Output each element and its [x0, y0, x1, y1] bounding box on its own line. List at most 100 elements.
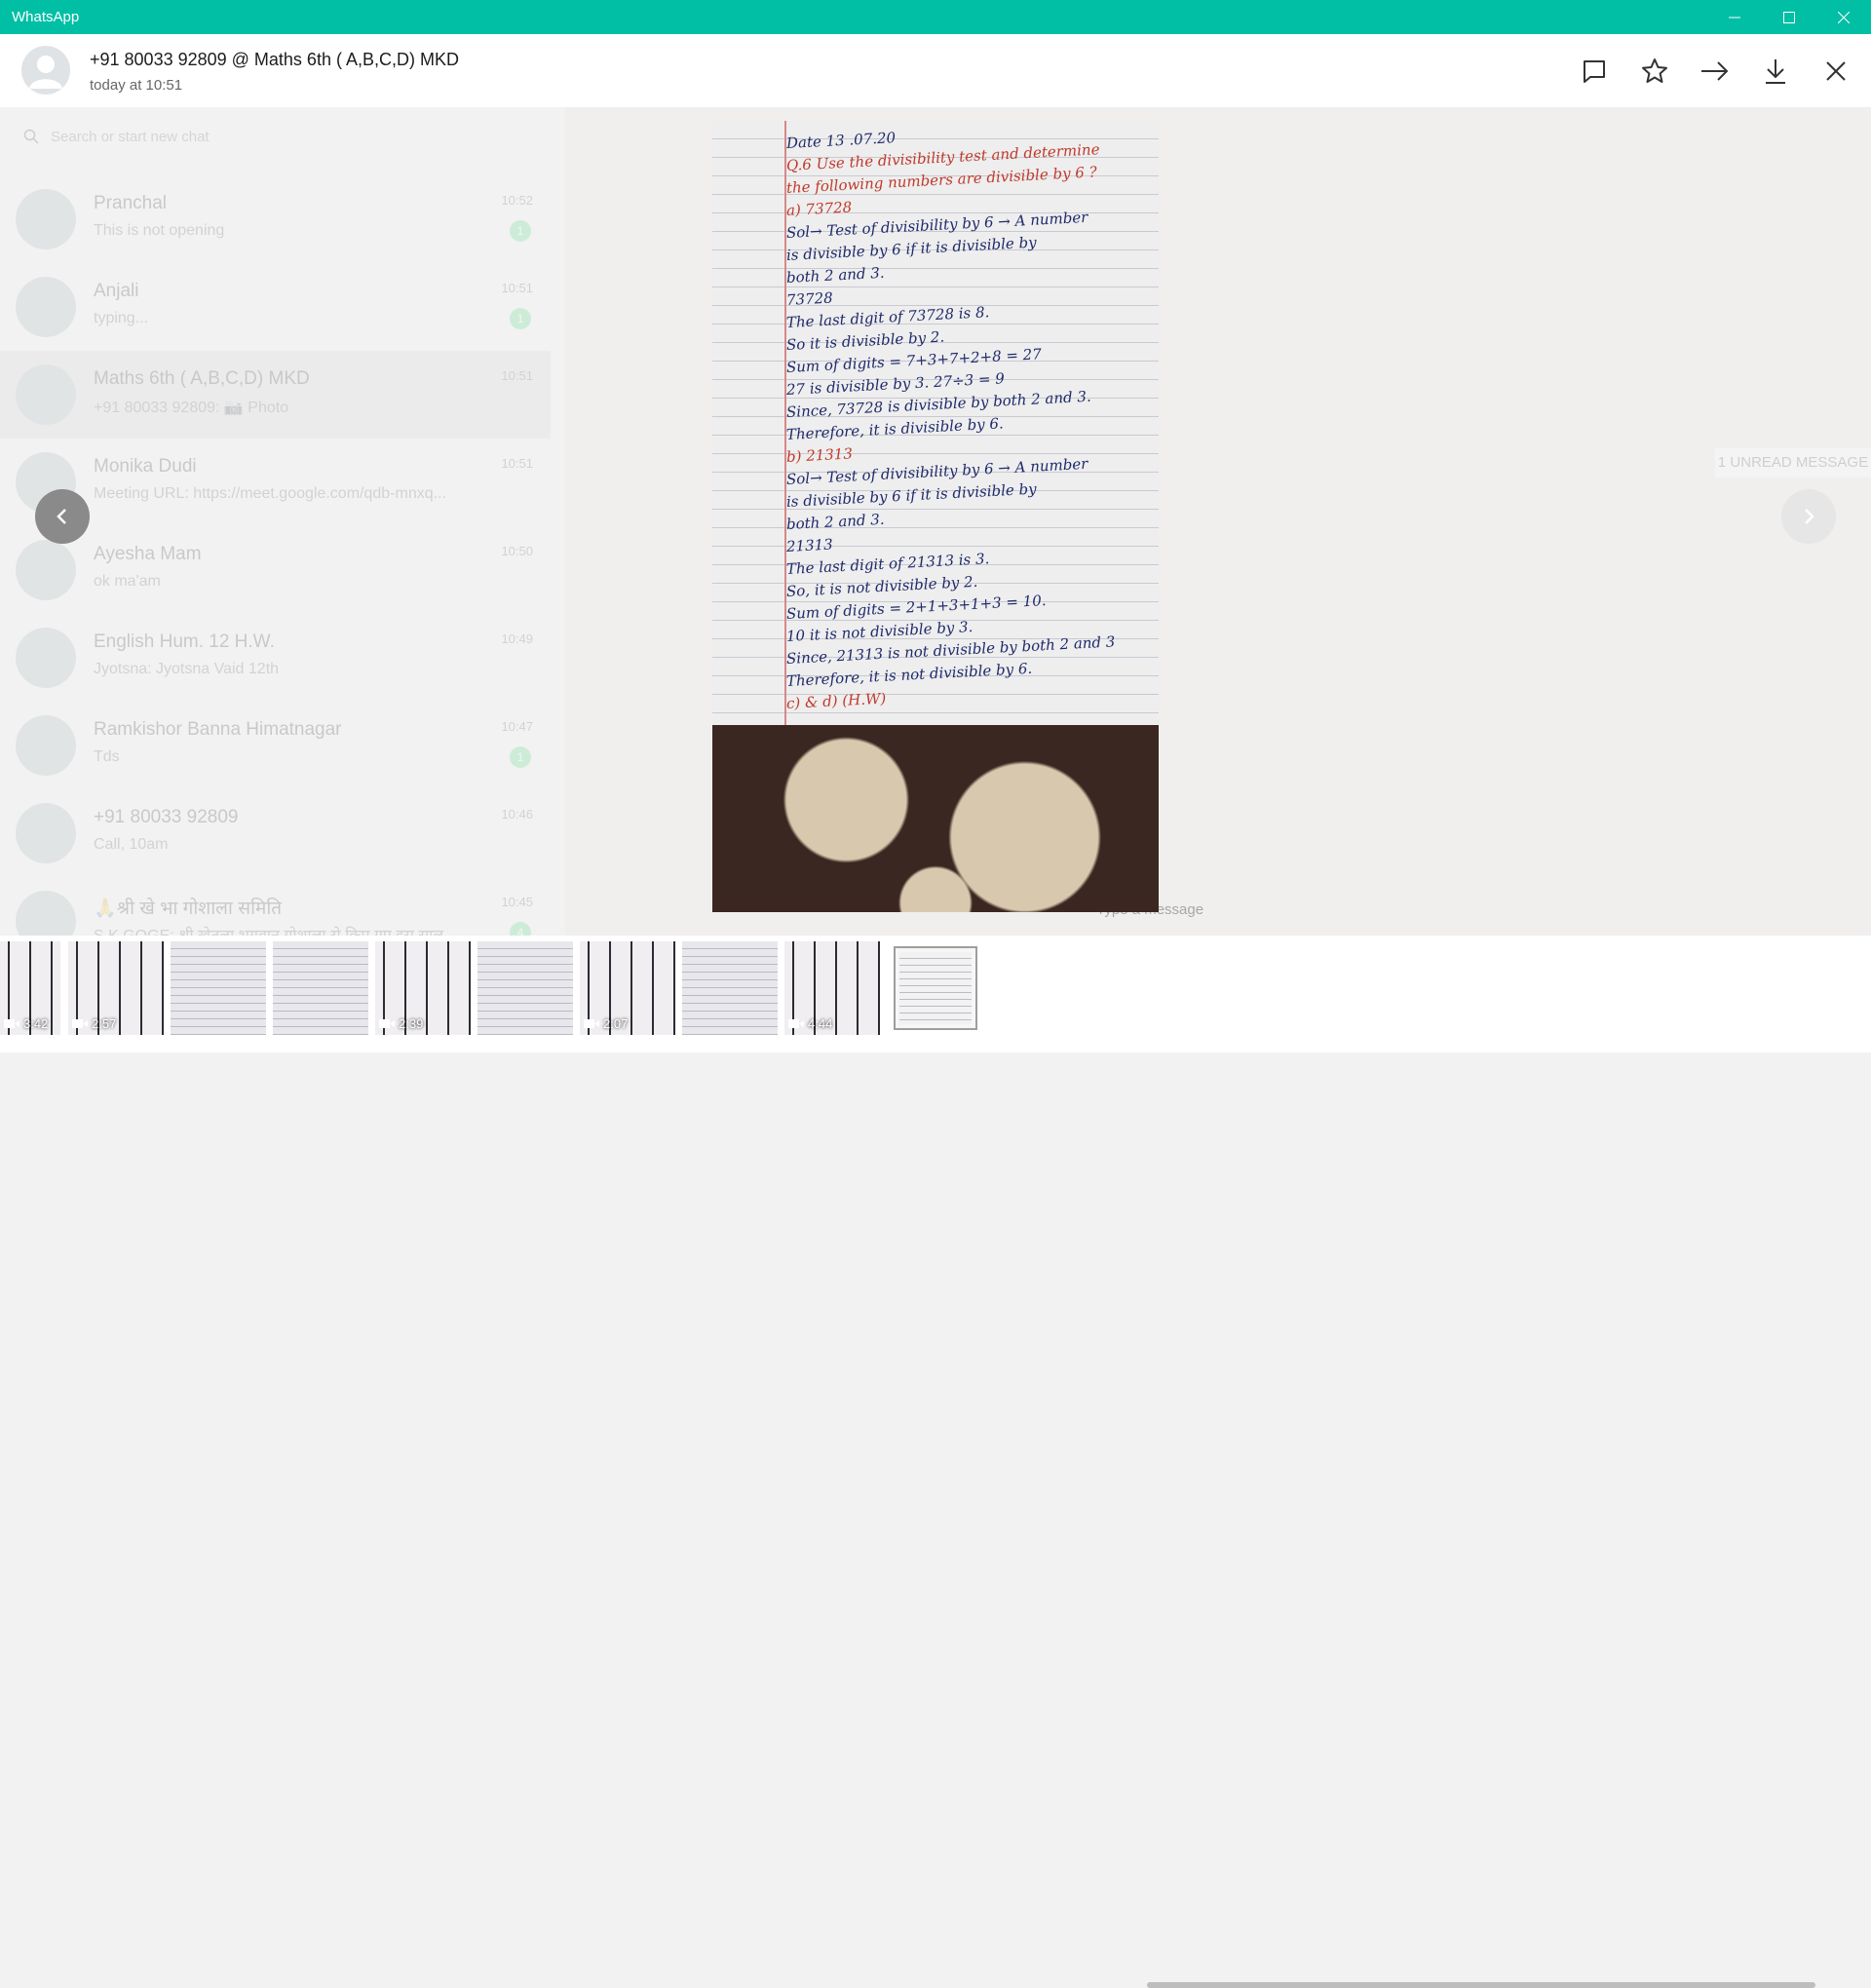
chat-preview: This is not opening — [94, 222, 225, 239]
chat-time: 10:51 — [501, 281, 533, 295]
previous-media-button[interactable] — [35, 489, 90, 544]
chat-time: 10:52 — [501, 193, 533, 208]
media-viewer-header: +91 80033 92809 @ Maths 6th ( A,B,C,D) M… — [0, 34, 1871, 107]
chat-preview: Tds — [94, 748, 120, 765]
video-duration-label: 3:42 — [23, 1016, 49, 1031]
chat-list-item[interactable]: Pranchal This is not opening 10:52 1 — [0, 175, 551, 263]
forward-button[interactable] — [1698, 54, 1733, 89]
avatar — [21, 46, 70, 95]
video-camera-icon — [72, 1019, 88, 1028]
chat-list-item[interactable]: English Hum. 12 H.W. Jyotsna: Jyotsna Vai… — [0, 614, 551, 702]
chat-avatar — [16, 628, 76, 688]
chat-list-item[interactable]: Ayesha Mam ok ma'am 10:50 — [0, 526, 551, 614]
handwritten-line: The last digit of 73728 is 8. — [785, 303, 990, 331]
thumbnail[interactable] — [171, 941, 266, 1035]
chat-time: 10:49 — [501, 631, 533, 646]
thumbnail[interactable]: 4:44 — [784, 941, 880, 1035]
chat-preview: ok ma'am — [94, 573, 161, 590]
chat-list: Pranchal This is not opening 10:52 1 Anjali t… — [0, 175, 551, 965]
star-icon — [1642, 58, 1667, 83]
handwritten-line: a) 73728 — [785, 198, 853, 219]
chat-avatar — [16, 715, 76, 776]
unread-badge: 1 — [510, 308, 531, 329]
maximize-icon — [1783, 11, 1795, 23]
fabric-background — [712, 725, 1159, 912]
chat-avatar — [16, 803, 76, 863]
chat-list-item[interactable]: +91 80033 92809 Call, 10am 10:46 — [0, 789, 551, 877]
search-icon — [23, 129, 39, 144]
chat-name: Pranchal — [94, 193, 167, 213]
download-icon — [1766, 59, 1785, 84]
handwritten-line: Date 13 .07.20 — [785, 129, 897, 152]
handwritten-line: 21313 — [785, 535, 834, 555]
unread-banner: 1 UNREAD MESSAGE — [1715, 448, 1871, 478]
chat-name: 🙏श्री खे भा गोशाला समिति — [94, 898, 283, 919]
handwritten-line: c) & d) (H.W) — [785, 689, 887, 712]
minimize-icon — [1729, 17, 1740, 18]
star-button[interactable] — [1637, 54, 1672, 89]
chat-name: Maths 6th ( A,B,C,D) MKD — [94, 368, 310, 389]
chat-name: Ramkishor Banna Himatnagar — [94, 719, 342, 740]
thumbnail-current[interactable] — [894, 946, 977, 1030]
thumbnail[interactable]: 2:07 — [580, 941, 675, 1035]
chat-name: Anjali — [94, 281, 139, 301]
chat-list-item[interactable]: Ramkishor Banna Himatnagar Tds 10:47 1 — [0, 702, 551, 789]
thumbnail[interactable]: 2:57 — [68, 941, 164, 1035]
video-duration: 3:42 — [4, 1016, 48, 1031]
chat-time: 10:51 — [501, 456, 533, 471]
close-window-icon — [1838, 11, 1850, 23]
next-media-button[interactable] — [1781, 489, 1836, 544]
comment-icon — [1584, 60, 1605, 83]
video-camera-icon — [584, 1019, 599, 1028]
video-camera-icon — [788, 1019, 804, 1028]
chat-name: Monika Dudi — [94, 456, 197, 477]
chat-list-item[interactable]: Maths 6th ( A,B,C,D) MKD +91 80033 92809:… — [0, 351, 551, 439]
thumbnail[interactable]: 3:42 — [0, 941, 60, 1035]
chat-preview: Meeting URL: https://meet.google.com/qdb… — [94, 485, 446, 502]
maximize-button[interactable] — [1762, 0, 1816, 34]
handwritten-line: both 2 and 3. — [785, 263, 886, 287]
search-placeholder: Search or start new chat — [51, 128, 210, 145]
thumbnail[interactable] — [273, 941, 368, 1035]
unread-badge: 1 — [510, 220, 531, 242]
video-duration-label: 2:07 — [603, 1016, 629, 1031]
minimize-button[interactable] — [1707, 0, 1762, 34]
chat-preview: Jyotsna: Jyotsna Vaid 12th — [94, 661, 280, 677]
background-search: Search or start new chat — [23, 121, 530, 152]
thumbnail[interactable] — [477, 941, 573, 1035]
thumbnail-strip: 3:42 2:57 2:39 2:07 4:44 — [0, 936, 1871, 1988]
chat-preview: typing... — [94, 310, 149, 326]
message-timestamp: today at 10:51 — [90, 77, 183, 94]
video-duration: 2:39 — [379, 1016, 423, 1031]
chat-list-item[interactable]: Anjali typing... 10:51 1 — [0, 263, 551, 351]
thumbnail[interactable] — [682, 941, 778, 1035]
close-icon — [1826, 61, 1846, 81]
download-button[interactable] — [1758, 54, 1793, 89]
app-title: WhatsApp — [12, 9, 80, 25]
handwritten-line: both 2 and 3. — [785, 510, 886, 533]
handwritten-line: So it is divisible by 2. — [785, 327, 945, 354]
video-camera-icon — [379, 1019, 395, 1028]
default-avatar-icon — [29, 56, 62, 89]
chat-time: 10:45 — [501, 895, 533, 909]
go-to-message-button[interactable] — [1577, 54, 1612, 89]
chat-preview: +91 80033 92809: 📷 Photo — [94, 400, 289, 416]
chat-avatar — [16, 189, 76, 249]
video-duration: 2:57 — [72, 1016, 116, 1031]
close-viewer-button[interactable] — [1818, 54, 1853, 89]
video-camera-icon — [4, 1019, 19, 1028]
close-window-button[interactable] — [1816, 0, 1871, 34]
thumbnail[interactable]: 2:39 — [375, 941, 471, 1035]
video-duration: 2:07 — [584, 1016, 628, 1031]
notebook-page: Date 13 .07.20 Q.6 Use the divisibility t… — [712, 121, 1159, 725]
chat-name: +91 80033 92809 — [94, 807, 239, 827]
chevron-left-icon — [57, 509, 66, 524]
title-bar: WhatsApp — [0, 0, 1871, 34]
main-photo: Date 13 .07.20 Q.6 Use the divisibility t… — [712, 121, 1159, 912]
sender-name: +91 80033 92809 @ Maths 6th ( A,B,C,D) M… — [90, 50, 459, 69]
video-duration-label: 4:44 — [808, 1016, 833, 1031]
thumbnail-image — [899, 952, 972, 1024]
video-duration: 4:44 — [788, 1016, 832, 1031]
thumbnail-scrollbar[interactable] — [1147, 1982, 1815, 1988]
chat-name: Ayesha Mam — [94, 544, 202, 564]
